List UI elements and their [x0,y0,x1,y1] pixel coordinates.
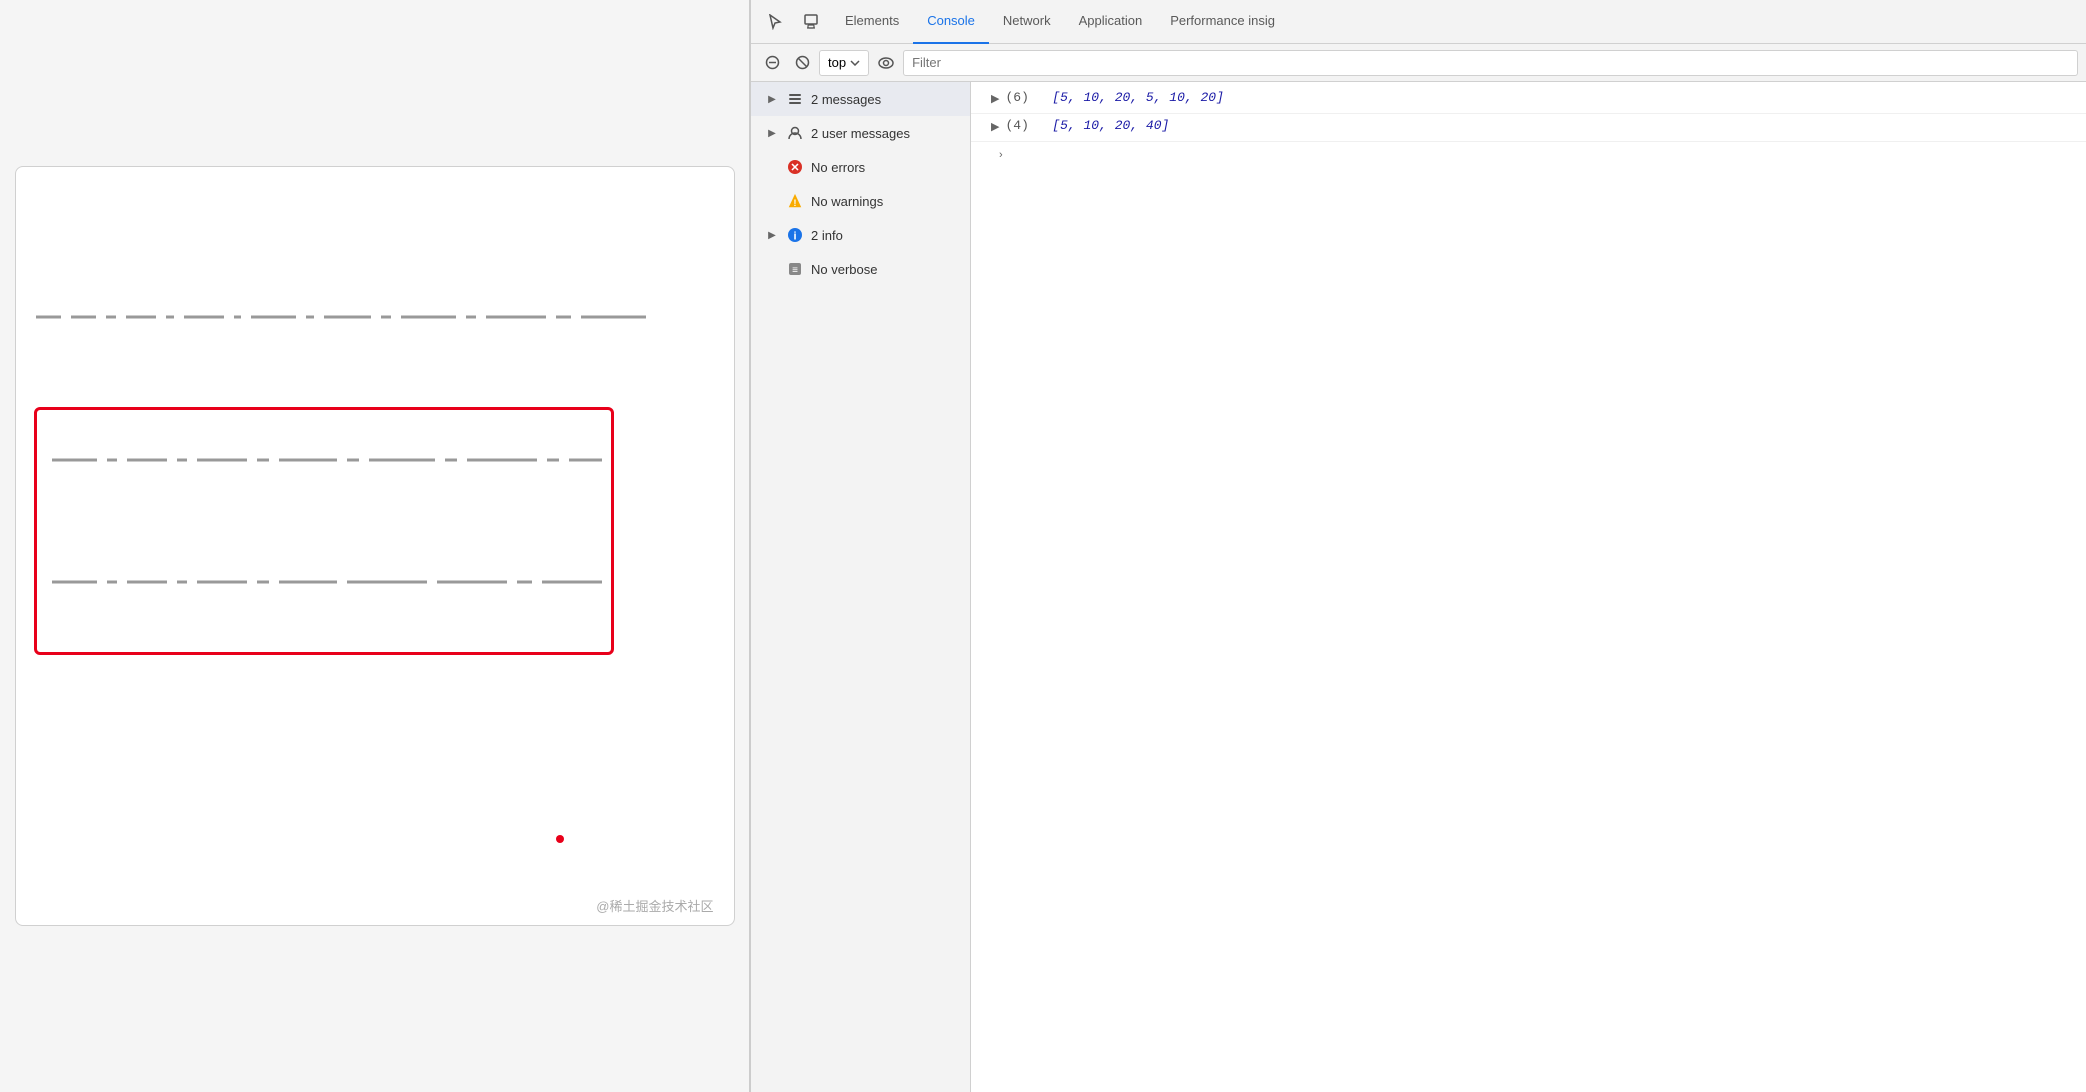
tab-application[interactable]: Application [1065,0,1157,44]
info-label: 2 info [811,228,960,243]
console-sidebar: ▶ 2 messages ▶ 2 user messages ▶ [751,82,971,1092]
browser-viewport: @稀土掘金技术社区 [0,0,750,1092]
inner-dashes-bottom [47,562,607,622]
canvas-area: @稀土掘金技术社区 [15,166,735,926]
warnings-label: No warnings [811,194,960,209]
red-dot [556,835,564,843]
svg-text:i: i [793,231,796,243]
entry-1-count: (6) [1005,90,1028,105]
sidebar-item-all-messages[interactable]: ▶ 2 messages [751,82,970,116]
tab-performance[interactable]: Performance insig [1156,0,1289,44]
sidebar-item-errors[interactable]: ▶ ✕ No errors [751,150,970,184]
devtools-body: ▶ 2 messages ▶ 2 user messages ▶ [751,82,2086,1092]
entry-2-value: [5, 10, 20, 40] [1052,118,1169,133]
expand-arrow-messages[interactable]: ▶ [765,92,779,106]
chevron-down-icon [850,60,860,66]
svg-text:✕: ✕ [790,162,799,174]
info-icon: i [787,227,803,243]
entry-2-content: (4) [5, 10, 20, 40] [1005,118,1169,133]
tab-elements[interactable]: Elements [831,0,913,44]
inspect-icon[interactable] [759,6,791,38]
inner-dashes-top [47,440,607,500]
device-icon[interactable] [795,6,827,38]
verbose-icon: ≡ [787,261,803,277]
tab-console[interactable]: Console [913,0,989,44]
expand-arrow-info[interactable]: ▶ [765,228,779,242]
error-icon: ✕ [787,159,803,175]
sidebar-item-user-messages[interactable]: ▶ 2 user messages [751,116,970,150]
list-icon [787,91,803,107]
entry-1-content: (6) [5, 10, 20, 5, 10, 20] [1005,90,1223,105]
watermark: @稀土掘金技术社区 [596,896,713,915]
filter-input[interactable] [903,50,2078,76]
user-icon [787,125,803,141]
context-selector[interactable]: top [819,50,869,76]
nested-chevron[interactable]: › [999,149,1003,161]
sidebar-item-info[interactable]: ▶ i 2 info [751,218,970,252]
red-rectangle [34,407,614,655]
top-dashed-lines [26,297,726,377]
console-toolbar: top [751,44,2086,82]
nested-entry[interactable]: › [971,142,2086,165]
verbose-label: No verbose [811,262,960,277]
errors-label: No errors [811,160,960,175]
expand-arrow-user[interactable]: ▶ [765,126,779,140]
entry-2-count: (4) [1005,118,1028,133]
svg-text:≡: ≡ [792,265,798,276]
svg-text:!: ! [794,198,797,208]
block-icon[interactable] [789,50,815,76]
clear-console-button[interactable] [759,50,785,76]
console-entry-2[interactable]: ▶ (4) [5, 10, 20, 40] [971,114,2086,142]
entry-1-value: [5, 10, 20, 5, 10, 20] [1052,90,1224,105]
devtools-tab-bar: Elements Console Network Application Per… [751,0,2086,44]
devtools-panel: Elements Console Network Application Per… [750,0,2086,1092]
all-messages-label: 2 messages [811,92,960,107]
warning-icon: ! [787,193,803,209]
sidebar-item-warnings[interactable]: ▶ ! No warnings [751,184,970,218]
user-messages-label: 2 user messages [811,126,960,141]
expand-entry-1[interactable]: ▶ [991,92,999,105]
console-output: ▶ (6) [5, 10, 20, 5, 10, 20] ▶ (4) [5, 1… [971,82,2086,1092]
sidebar-item-verbose[interactable]: ▶ ≡ No verbose [751,252,970,286]
eye-icon-button[interactable] [873,50,899,76]
tab-network[interactable]: Network [989,0,1065,44]
expand-entry-2[interactable]: ▶ [991,120,999,133]
console-entry-1[interactable]: ▶ (6) [5, 10, 20, 5, 10, 20] [971,86,2086,114]
